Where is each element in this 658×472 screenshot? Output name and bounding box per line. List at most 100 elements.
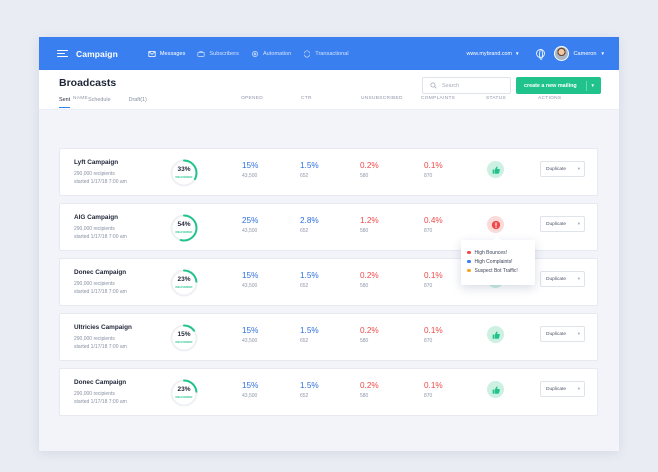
tooltip-text: High Bounces! [474, 249, 508, 256]
top-navbar: Campaign Messages Subscribers Automation… [39, 37, 619, 70]
unsubscribed-metric: 0.2% 580 [360, 271, 379, 289]
complaints-rate: 0.1% [424, 381, 443, 390]
delivered-percent: 15% [177, 331, 191, 338]
opened-count: 43,500 [242, 228, 258, 234]
nav-item-automation[interactable]: Automation [251, 50, 291, 58]
brand-name: Campaign [76, 48, 118, 59]
status-badge[interactable] [487, 326, 504, 343]
complaints-metric: 0.1% 870 [424, 271, 443, 289]
table-row[interactable]: Ultricies Campaign 290,000 recipients star… [59, 313, 598, 361]
campaign-name[interactable]: Donec Campaign [74, 379, 126, 386]
opened-metric: 25% 43,500 [242, 216, 258, 234]
progress-ring-icon [170, 214, 198, 242]
orange-dot-icon [467, 268, 471, 273]
complaints-metric: 0.1% 870 [424, 381, 443, 399]
unsubscribed-metric: 0.2% 580 [360, 326, 379, 344]
opened-rate: 15% [242, 271, 259, 280]
thumbs-up-icon [492, 166, 500, 174]
table-row[interactable]: Lyft Campaign 290,000 recipients started 1… [59, 148, 598, 196]
campaign-name[interactable]: Lyft Campaign [74, 159, 118, 166]
chevron-down-icon: ▾ [577, 331, 580, 336]
start-date: started 1/17/18 7:00 am [74, 179, 127, 185]
complaints-rate: 0.1% [424, 271, 443, 280]
status-badge[interactable] [487, 161, 504, 178]
chevron-down-icon: ▾ [577, 276, 580, 281]
campaign-meta: 290,000 recipients started 1/17/18 7:00 a… [74, 390, 164, 406]
complaints-rate: 0.1% [424, 161, 443, 170]
start-date: started 1/17/18 7:00 am [74, 289, 127, 295]
complaints-metric: 0.1% 870 [424, 326, 443, 344]
recipients-count: 290,000 recipients [74, 391, 115, 397]
search-box [422, 77, 511, 94]
campaign-name[interactable]: Donec Campaign [74, 269, 126, 276]
chevron-down-icon: ▾ [577, 221, 580, 226]
ctr-rate: 2.8% [300, 216, 319, 225]
chevron-down-icon[interactable]: ▼ [591, 83, 595, 88]
start-date: started 1/17/18 7:00 am [74, 344, 127, 350]
unsubscribed-count: 580 [360, 228, 369, 234]
status-badge[interactable] [487, 216, 504, 233]
complaints-metric: 0.1% 870 [424, 161, 443, 179]
complaints-count: 870 [424, 173, 433, 179]
complaints-count: 870 [424, 283, 433, 289]
alert-icon [491, 220, 500, 229]
globe-icon[interactable] [535, 49, 545, 60]
campaign-name[interactable]: Ultricies Campaign [74, 324, 132, 331]
opened-metric: 15% 43,500 [242, 381, 258, 399]
avatar[interactable] [553, 46, 569, 61]
unsubscribed-count: 580 [360, 173, 369, 179]
unsubscribed-count: 580 [360, 338, 369, 344]
nav-label: Messages [159, 50, 186, 57]
opened-rate: 15% [242, 326, 259, 335]
tooltip-item: High Complaints! [467, 257, 529, 266]
unsubscribed-metric: 0.2% 580 [360, 161, 379, 179]
opened-metric: 15% 43,500 [242, 326, 258, 344]
campaign-meta: 290,000 recipients started 1/17/18 7:00 a… [74, 280, 164, 296]
nav-item-messages[interactable]: Messages [148, 50, 186, 58]
status-badge[interactable] [487, 381, 504, 398]
duplicate-dropdown[interactable]: Duplicate ▾ [540, 161, 585, 177]
complaints-rate: 0.4% [424, 216, 443, 225]
domain-label: www.mybrand.com [466, 50, 513, 57]
thumbs-up-icon [492, 331, 500, 339]
domain-selector[interactable]: www.mybrand.com ▼ [467, 51, 520, 57]
campaign-name[interactable]: AIG Campaign [74, 214, 118, 221]
column-opened: OPENED [241, 96, 264, 101]
duplicate-dropdown[interactable]: Duplicate ▾ [540, 381, 585, 397]
hamburger-menu-icon[interactable] [57, 49, 68, 58]
opened-rate: 15% [242, 381, 259, 390]
chevron-down-icon: ▼ [600, 51, 605, 56]
tooltip-item: High Bounces! [467, 248, 529, 257]
table-row[interactable]: Donec Campaign 290,000 recipients started … [59, 368, 598, 416]
search-input[interactable] [442, 82, 502, 89]
chevron-down-icon: ▾ [577, 386, 580, 391]
nav-label: Automation [262, 50, 292, 57]
duplicate-label: Duplicate [546, 331, 566, 337]
recipients-count: 290,000 recipients [74, 171, 115, 177]
duplicate-dropdown[interactable]: Duplicate ▾ [540, 216, 585, 232]
campaign-meta: 290,000 recipients started 1/17/18 7:00 a… [74, 225, 164, 241]
user-menu[interactable]: Cameron ▼ [574, 51, 605, 57]
unsubscribed-metric: 1.2% 580 [360, 216, 379, 234]
delivered-percent: 23% [177, 386, 191, 393]
ctr-metric: 1.5% 652 [300, 271, 319, 289]
complaints-count: 870 [424, 228, 433, 234]
unsubscribed-metric: 0.2% 580 [360, 381, 379, 399]
page-title: Broadcasts [59, 77, 117, 89]
blue-dot-icon [467, 259, 471, 264]
duplicate-dropdown[interactable]: Duplicate ▾ [540, 271, 585, 287]
duplicate-dropdown[interactable]: Duplicate ▾ [540, 326, 585, 342]
complaints-count: 870 [424, 393, 433, 399]
column-name: NAME [73, 96, 89, 101]
nav-item-transactional[interactable]: Transactional [303, 49, 349, 58]
nav-item-subscribers[interactable]: Subscribers [197, 50, 239, 58]
create-mailing-button[interactable]: create a new mailing ▼ [516, 77, 601, 94]
unsubscribed-count: 580 [360, 283, 369, 289]
start-date: started 1/17/18 7:00 am [74, 399, 127, 405]
ctr-rate: 1.5% [300, 161, 319, 170]
column-complaints: COMPLAINTS [421, 96, 456, 101]
ctr-count: 652 [300, 393, 309, 399]
start-date: started 1/17/18 7:00 am [74, 234, 127, 240]
unsubscribed-count: 580 [360, 393, 369, 399]
recipients-count: 290,000 recipients [74, 336, 115, 342]
